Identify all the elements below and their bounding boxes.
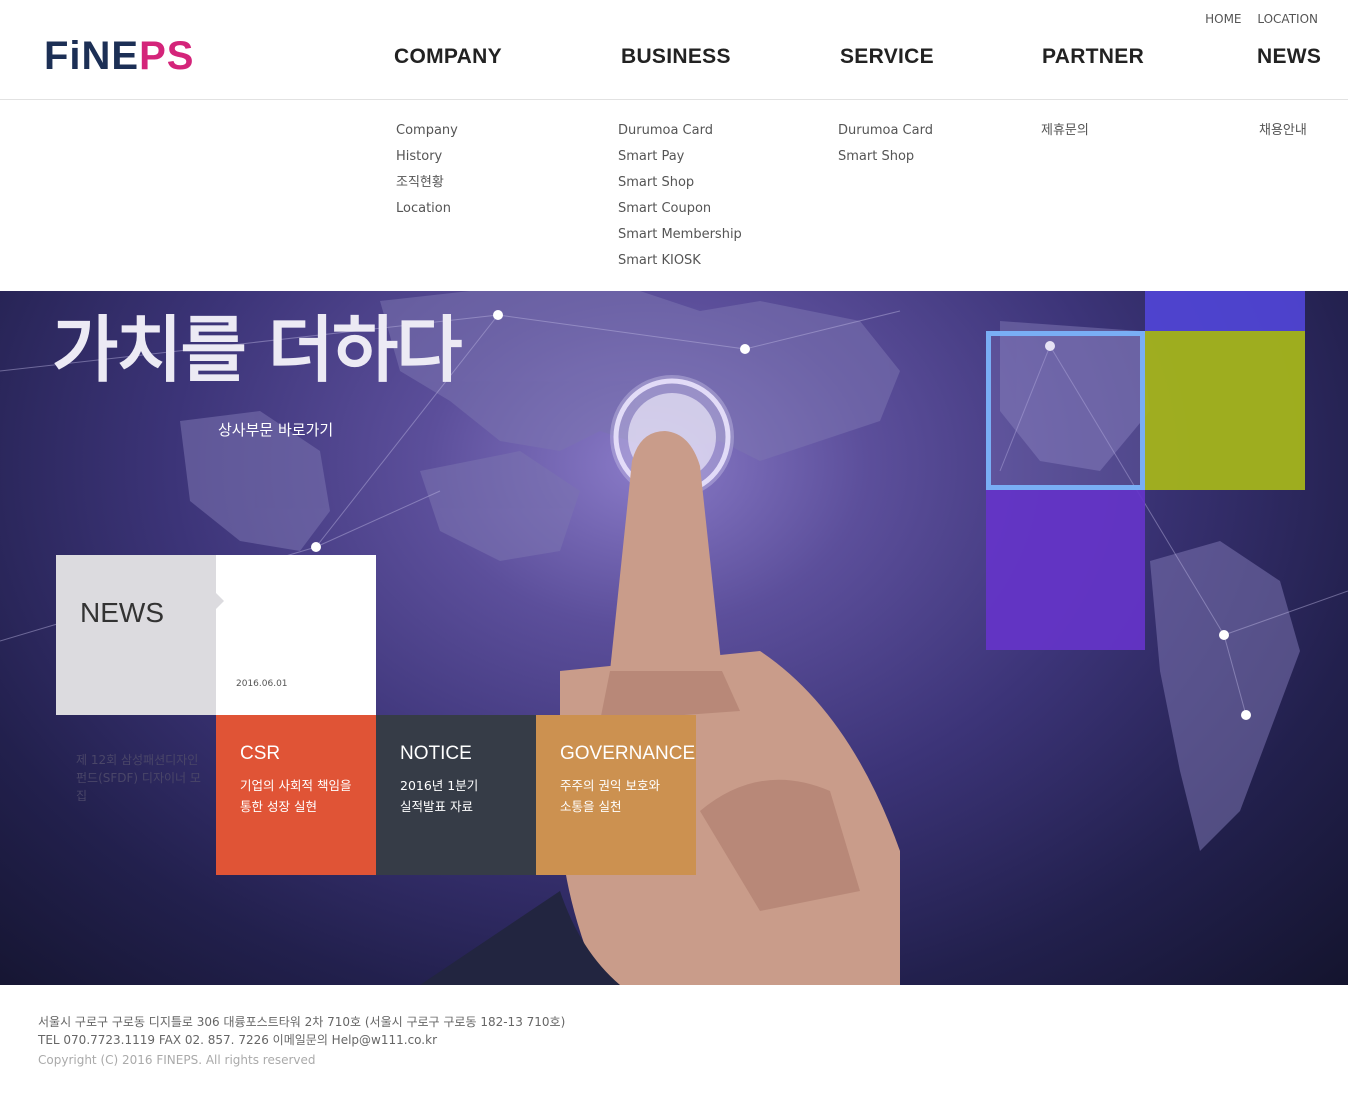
hero-shortcut-link[interactable]: 상사부문 바로가기 xyxy=(218,419,333,440)
news-headline[interactable]: 제 12회 삼성패션디자인펀드(SFDF) 디자이너 모집 xyxy=(76,751,206,805)
submenu-company: Company History 조직현황 Location xyxy=(396,122,458,226)
news-label: NEWS xyxy=(80,597,164,628)
tile-purple xyxy=(986,490,1145,650)
card-desc-line1: 2016년 1분기 xyxy=(400,778,479,793)
submenu-item[interactable]: Smart Shop xyxy=(618,174,742,200)
card-desc-line2: 통한 성장 실현 xyxy=(240,799,317,814)
footer-copyright: Copyright (C) 2016 FINEPS. All rights re… xyxy=(38,1053,316,1067)
hero-title: 가치를 더하다 xyxy=(52,308,463,392)
card-desc-line1: 주주의 권익 보호와 xyxy=(560,778,660,793)
nav-service[interactable]: SERVICE xyxy=(840,45,934,69)
fineps-logo[interactable]: FiNEPS xyxy=(44,36,194,76)
site-header: FiNEPS HOME LOCATION COMPANY BUSINESS SE… xyxy=(0,0,1348,100)
site-footer: 서울시 구로구 구로동 디지틀로 306 대륭포스트타워 2차 710호 (서울… xyxy=(0,985,1348,1098)
submenu-item[interactable]: Company xyxy=(396,122,458,148)
submenu-item[interactable]: Durumoa Card xyxy=(618,122,742,148)
nav-company[interactable]: COMPANY xyxy=(394,45,502,69)
submenu-item[interactable]: Smart KIOSK xyxy=(618,252,742,278)
submenu-item[interactable]: 조직현황 xyxy=(396,174,458,200)
governance-card[interactable]: GOVERNANCE 주주의 권익 보호와 소통을 실천 xyxy=(536,715,696,875)
submenu-item[interactable]: Location xyxy=(396,200,458,226)
card-desc-line2: 소통을 실천 xyxy=(560,799,622,814)
notice-card[interactable]: NOTICE 2016년 1분기 실적발표 자료 xyxy=(376,715,536,875)
submenu-partner: 제휴문의 xyxy=(1041,122,1089,148)
location-link[interactable]: LOCATION xyxy=(1257,12,1318,26)
nav-business[interactable]: BUSINESS xyxy=(621,45,731,69)
csr-card[interactable]: CSR 기업의 사회적 책임을 통한 성장 실현 xyxy=(216,715,376,875)
submenu-business: Durumoa Card Smart Pay Smart Shop Smart … xyxy=(618,122,742,278)
card-title: NOTICE xyxy=(400,743,472,764)
submenu-news: 채용안내 xyxy=(1259,122,1307,148)
news-item-panel[interactable]: 2016.06.01 xyxy=(216,555,376,715)
logo-text-ps: PS xyxy=(139,34,195,78)
submenu-item[interactable]: Durumoa Card xyxy=(838,122,933,148)
news-label-box[interactable]: NEWS xyxy=(56,555,216,715)
card-title: CSR xyxy=(240,743,281,764)
hero-banner: 가치를 더하다 상사부문 바로가기 NEWS 2016.06.01 제 12회 … xyxy=(0,291,1348,985)
footer-address: 서울시 구로구 구로동 디지틀로 306 대륭포스트타워 2차 710호 (서울… xyxy=(38,1015,566,1029)
logo-text-fine: FiNE xyxy=(44,34,140,78)
tile-green xyxy=(1145,331,1305,490)
utility-links: HOME LOCATION xyxy=(1193,12,1318,26)
card-title: GOVERNANCE xyxy=(560,743,696,764)
submenu-item[interactable]: 제휴문의 xyxy=(1041,122,1089,148)
card-desc-line1: 기업의 사회적 책임을 xyxy=(240,778,352,793)
tile-frame xyxy=(986,331,1145,490)
submenu-item[interactable]: Smart Coupon xyxy=(618,200,742,226)
submenu-item[interactable]: 채용안내 xyxy=(1259,122,1307,148)
footer-contact: TEL 070.7723.1119 FAX 02. 857. 7226 이메일문… xyxy=(38,1033,437,1047)
news-arrow-icon xyxy=(216,593,224,609)
tile-blue xyxy=(1145,291,1305,331)
home-link[interactable]: HOME xyxy=(1205,12,1241,26)
nav-partner[interactable]: PARTNER xyxy=(1042,45,1144,69)
news-date: 2016.06.01 xyxy=(236,679,288,689)
submenu-item[interactable]: History xyxy=(396,148,458,174)
submenu-item[interactable]: Smart Shop xyxy=(838,148,933,174)
submenu-service: Durumoa Card Smart Shop xyxy=(838,122,933,174)
submenu-item[interactable]: Smart Membership xyxy=(618,226,742,252)
nav-news[interactable]: NEWS xyxy=(1257,45,1321,69)
submenu-item[interactable]: Smart Pay xyxy=(618,148,742,174)
card-desc-line2: 실적발표 자료 xyxy=(400,799,473,814)
